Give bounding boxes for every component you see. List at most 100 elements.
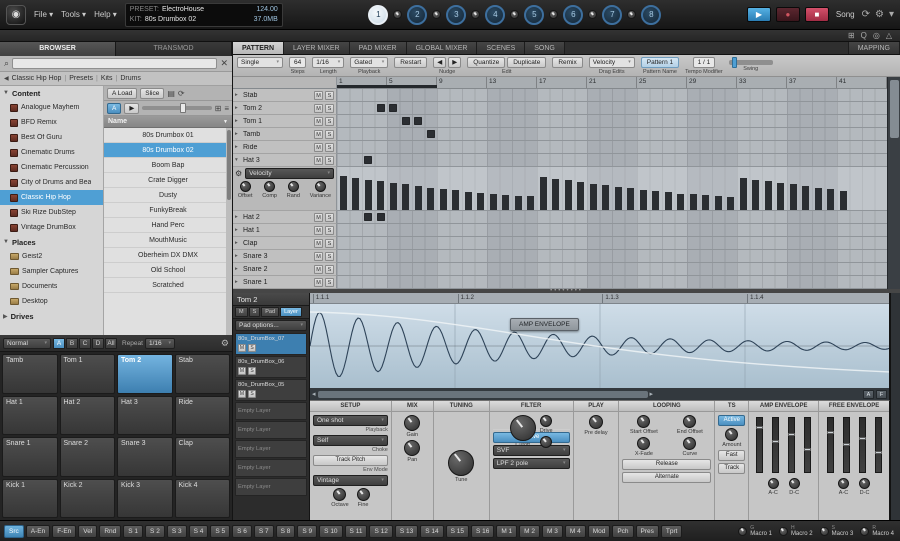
track-name-cell[interactable]: ▸StabMS <box>233 89 337 102</box>
pad-snare-2[interactable]: Snare 2 <box>60 437 116 477</box>
bottom-tab-s3[interactable]: S 3 <box>167 525 187 538</box>
bottom-tab-a-en[interactable]: A-En <box>26 525 50 538</box>
pad-hat-3[interactable]: Hat 3 <box>117 396 173 436</box>
track-name-cell[interactable]: ▸Hat 1MS <box>233 224 337 237</box>
envelope-slider[interactable] <box>859 417 866 473</box>
slice-button[interactable]: Slice <box>140 88 164 99</box>
track-name-cell[interactable]: ▸TambMS <box>233 128 337 141</box>
variance-knob[interactable] <box>315 181 326 192</box>
list-view-icon[interactable]: ≡ <box>224 104 229 113</box>
playback-mode-select[interactable]: One shot ▾ <box>313 415 388 426</box>
step-grid-row[interactable] <box>337 237 887 250</box>
step-grid-row[interactable] <box>337 141 887 154</box>
grid-view-icon[interactable]: ⊞ <box>215 104 222 113</box>
engine-button-7[interactable]: 7 <box>602 5 622 25</box>
velocity-bar[interactable] <box>515 196 522 210</box>
solo-button[interactable]: S <box>325 226 334 235</box>
pad-snare-1[interactable]: Snare 1 <box>2 437 58 477</box>
macro-knob[interactable] <box>820 527 829 536</box>
velocity-bar[interactable] <box>502 195 509 210</box>
engine-mix-knob[interactable] <box>588 10 597 19</box>
tab-pad-mixer[interactable]: PAD MIXER <box>350 42 407 54</box>
velocity-bar[interactable] <box>702 195 709 210</box>
tree-item[interactable]: Cinematic Drums <box>0 145 103 160</box>
pad-mode-select[interactable]: Normal ▾ <box>3 338 51 349</box>
preset-value[interactable]: ElectroHouse <box>162 5 253 14</box>
bottom-tab-m2[interactable]: M 2 <box>519 525 540 538</box>
filter-type-select[interactable]: SVF ▾ <box>493 445 570 456</box>
bottom-tab-vel[interactable]: Vel <box>78 525 97 538</box>
bottom-tab-s2[interactable]: S 2 <box>145 525 165 538</box>
nudge-left-button[interactable]: ◀ <box>433 57 446 68</box>
release-button[interactable]: Release <box>622 459 711 470</box>
file-item[interactable]: Hand Perc <box>104 218 232 233</box>
envelope-knob[interactable] <box>859 478 870 489</box>
tree-item[interactable]: Analogue Mayhem <box>0 100 103 115</box>
bottom-tab-m1[interactable]: M 1 <box>496 525 517 538</box>
active-step[interactable] <box>389 104 397 112</box>
scroll-thumb[interactable] <box>890 80 899 138</box>
drive-knob[interactable] <box>540 415 552 427</box>
mute-button[interactable]: M <box>314 117 323 126</box>
velocity-bar[interactable] <box>690 194 697 210</box>
rand-knob[interactable] <box>288 181 299 192</box>
velocity-bar[interactable] <box>577 182 584 210</box>
tree-header-places[interactable]: ▼ Places <box>0 235 103 249</box>
velocity-bar[interactable] <box>427 188 434 210</box>
empty-layer-slot[interactable]: Empty Layer <box>235 478 307 496</box>
envelope-slider[interactable] <box>843 417 850 473</box>
waveform-display[interactable]: AMP ENVELOPE <box>310 304 889 388</box>
engine-button-6[interactable]: 6 <box>563 5 583 25</box>
velocity-bar[interactable] <box>415 186 422 210</box>
quantize-icon[interactable]: Q <box>861 31 867 41</box>
pre-delay-knob[interactable] <box>589 415 603 429</box>
scroll-right-icon[interactable]: ▸ <box>650 390 654 398</box>
mute-button[interactable]: M <box>314 91 323 100</box>
pad-view-button[interactable]: Pad <box>261 307 279 317</box>
envelope-knob[interactable] <box>838 478 849 489</box>
track-name-cell[interactable]: ▸Snare 3MS <box>233 250 337 263</box>
swing-handle[interactable] <box>732 57 737 68</box>
velocity-bar[interactable] <box>377 181 384 210</box>
solo-button[interactable]: S <box>325 213 334 222</box>
velocity-bar[interactable] <box>652 191 659 210</box>
velocity-bar[interactable] <box>602 185 609 210</box>
waveform-scrollbar[interactable]: ◂ ▸ A F <box>310 388 889 400</box>
step-grid-row[interactable] <box>337 102 887 115</box>
file-item[interactable]: 80s Drumbox 02 <box>104 143 232 158</box>
tab-song[interactable]: SONG <box>525 42 565 54</box>
track-name-cell[interactable]: ▸Tom 1MS <box>233 115 337 128</box>
track-name-cell[interactable]: ▸Tom 2MS <box>233 102 337 115</box>
slider-thumb[interactable] <box>843 443 850 446</box>
velocity-bar[interactable] <box>465 192 472 210</box>
velocity-bar[interactable] <box>727 197 734 210</box>
tree-item[interactable]: Vintage DrumBox <box>0 220 103 235</box>
velocity-bar[interactable] <box>715 196 722 210</box>
velocity-bar[interactable] <box>765 181 772 210</box>
envelope-slider[interactable] <box>788 417 795 473</box>
choke-select[interactable]: Self ▾ <box>313 435 388 446</box>
engine-mix-knob[interactable] <box>432 10 441 19</box>
sequencer-ruler[interactable]: 1591317212529333741 <box>337 77 887 89</box>
drag-edit-mode-select[interactable]: Velocity ▾ <box>589 57 635 68</box>
bank-button-a[interactable]: A <box>53 338 65 349</box>
audition-button[interactable]: A <box>107 103 121 114</box>
tree-item[interactable]: Best Of Guru <box>0 130 103 145</box>
bottom-tab-src[interactable]: Src <box>4 525 24 538</box>
target-icon[interactable]: ◎ <box>873 31 880 41</box>
solo-button[interactable]: S <box>248 390 256 398</box>
comp-knob[interactable] <box>264 181 275 192</box>
solo-button[interactable]: S <box>325 104 334 113</box>
layer-slot[interactable]: 80s_DrumBox_06MS <box>235 356 307 378</box>
amp-env-toggle-button[interactable]: A <box>863 390 874 399</box>
active-step[interactable] <box>364 213 372 221</box>
alternate-button[interactable]: Alternate <box>622 472 711 483</box>
expand-arrow-icon[interactable]: ▸ <box>235 253 241 259</box>
mute-button[interactable]: M <box>314 239 323 248</box>
velocity-bar[interactable] <box>540 177 547 210</box>
velocity-bar[interactable] <box>615 187 622 210</box>
velocity-bar[interactable] <box>390 183 397 210</box>
step-grid-row[interactable] <box>337 224 887 237</box>
slider-thumb[interactable] <box>804 448 811 451</box>
ts-active-button[interactable]: Active <box>718 415 745 426</box>
